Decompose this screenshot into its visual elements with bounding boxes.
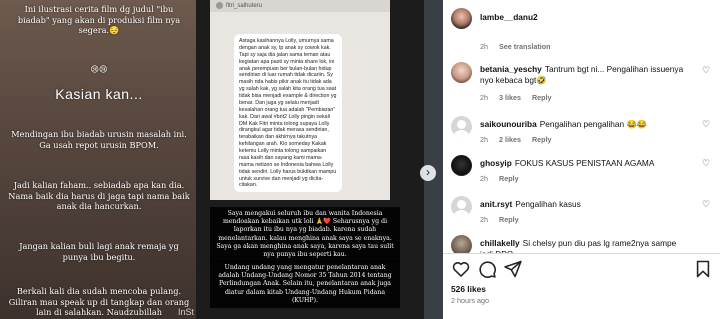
heart-icon[interactable]: ♡: [701, 120, 711, 130]
heart-icon[interactable]: ♡: [701, 159, 711, 169]
chat-bubble: Astaga kasihannya Lolly, umurnya sama de…: [234, 34, 342, 192]
heart-icon[interactable]: ♡: [701, 66, 711, 76]
comment-body: lambe__danu2: [480, 12, 690, 23]
comment-username[interactable]: lambe__danu2: [480, 12, 538, 22]
comment-username[interactable]: betania_yeschy: [480, 64, 542, 74]
comment-time: 2h: [480, 215, 488, 224]
slide-text-emoji: 😢😢: [90, 64, 108, 74]
comment-text: FOKUS KASUS PENISTAAN AGAMA: [514, 158, 655, 168]
comment-body: saikounouriba Pengalihan pengalihan 😂😂: [480, 119, 690, 130]
comment-body: betania_yeschy Tantrum bgt ni... Pengalih…: [480, 64, 690, 86]
comment-item: chillakelly Si chelsy pun diu pas lg rame…: [451, 235, 713, 253]
post-action-bar: [451, 259, 713, 279]
slide-text-paragraph-1: Mendingan ibu biadab urusin masalah ini.…: [11, 129, 187, 150]
comment-username[interactable]: anit.rsyt: [480, 199, 512, 209]
slide-text-heading: Kasian kan...: [55, 86, 143, 102]
share-icon[interactable]: [503, 259, 523, 279]
comment-likes[interactable]: 3 likes: [499, 93, 521, 102]
carousel-slide-1: Ini ilustrasi cerita film dg judul "ibu …: [0, 0, 196, 319]
bookmark-icon[interactable]: [693, 259, 713, 279]
slide-text-intro: Ini ilustrasi cerita film dg judul "ibu …: [17, 4, 181, 35]
comment-text: Pengalihan pengalihan 😂😂: [539, 119, 648, 129]
next-slide-preview: [424, 0, 443, 319]
reply-button[interactable]: Reply: [499, 215, 519, 224]
slide-text-paragraph-4: Berkali kali dia sudah mencoba pulang. G…: [8, 286, 190, 317]
heart-icon[interactable]: [451, 259, 471, 279]
divider: [443, 253, 720, 254]
avatar[interactable]: [451, 116, 472, 137]
comment-body: chillakelly Si chelsy pun diu pas lg rame…: [480, 238, 690, 253]
slide-caption-2: Undang undang yang mengatur penelantaran…: [210, 261, 400, 308]
heart-icon[interactable]: ♡: [701, 200, 711, 210]
avatar[interactable]: [451, 196, 472, 217]
comment-body: ghosyip FOKUS KASUS PENISTAAN AGAMA: [480, 158, 690, 169]
chat-header-user: fitri_salhuteru: [226, 3, 263, 10]
see-translation-link[interactable]: See translation: [499, 42, 551, 51]
comment-time: 2h: [480, 174, 488, 183]
chat-header: fitri_salhuteru: [210, 0, 390, 12]
avatar[interactable]: [451, 155, 472, 176]
comment-username[interactable]: saikounouriba: [480, 119, 537, 129]
comment-meta: 2h 3 likes Reply: [480, 93, 561, 102]
comment-time: 2h: [480, 135, 488, 144]
comment-username[interactable]: ghosyip: [480, 158, 512, 168]
slide-text-paragraph-3: Jangan kalian buli lagi anak remaja yg p…: [19, 241, 179, 262]
likes-count[interactable]: 526 likes: [451, 284, 486, 294]
comment-username[interactable]: chillakelly: [480, 238, 520, 248]
comment-text: Pengalihan kasus: [515, 199, 581, 209]
chevron-right-icon[interactable]: ›: [420, 165, 436, 181]
avatar[interactable]: [451, 235, 472, 253]
chat-screenshot: fitri_salhuteru Astaga kasihannya Lolly,…: [210, 0, 390, 200]
reply-button[interactable]: Reply: [532, 135, 552, 144]
comment-time: 2h: [480, 93, 488, 102]
watermark: InSt: [177, 307, 194, 317]
comment-likes[interactable]: 2 likes: [499, 135, 521, 144]
comment-time: 2h: [480, 42, 488, 51]
avatar[interactable]: [451, 62, 472, 83]
comment-icon[interactable]: [477, 259, 497, 279]
avatar[interactable]: [451, 8, 472, 29]
post-timestamp: 2 hours ago: [451, 296, 489, 305]
reply-button[interactable]: Reply: [532, 93, 552, 102]
slide-text-paragraph-2: Jadi kalian faham.. sebiadab apa kan dia…: [8, 180, 190, 211]
comments-panel: lambe__danu2 2h See translation betania_…: [443, 0, 720, 319]
comment-meta: 2h Reply: [480, 174, 528, 183]
reply-button[interactable]: Reply: [499, 174, 519, 183]
comment-meta: 2h Reply: [480, 215, 528, 224]
comment-meta: 2h 2 likes Reply: [480, 135, 561, 144]
comment-meta: 2h See translation: [480, 42, 560, 51]
chat-avatar: [216, 2, 223, 9]
post-image: Ini ilustrasi cerita film dg judul "ibu …: [0, 0, 443, 319]
comment-body: anit.rsyt Pengalihan kasus: [480, 199, 690, 210]
slide-caption-1: Saya mengakui seluruh ibu dan wanita Ind…: [210, 207, 400, 263]
